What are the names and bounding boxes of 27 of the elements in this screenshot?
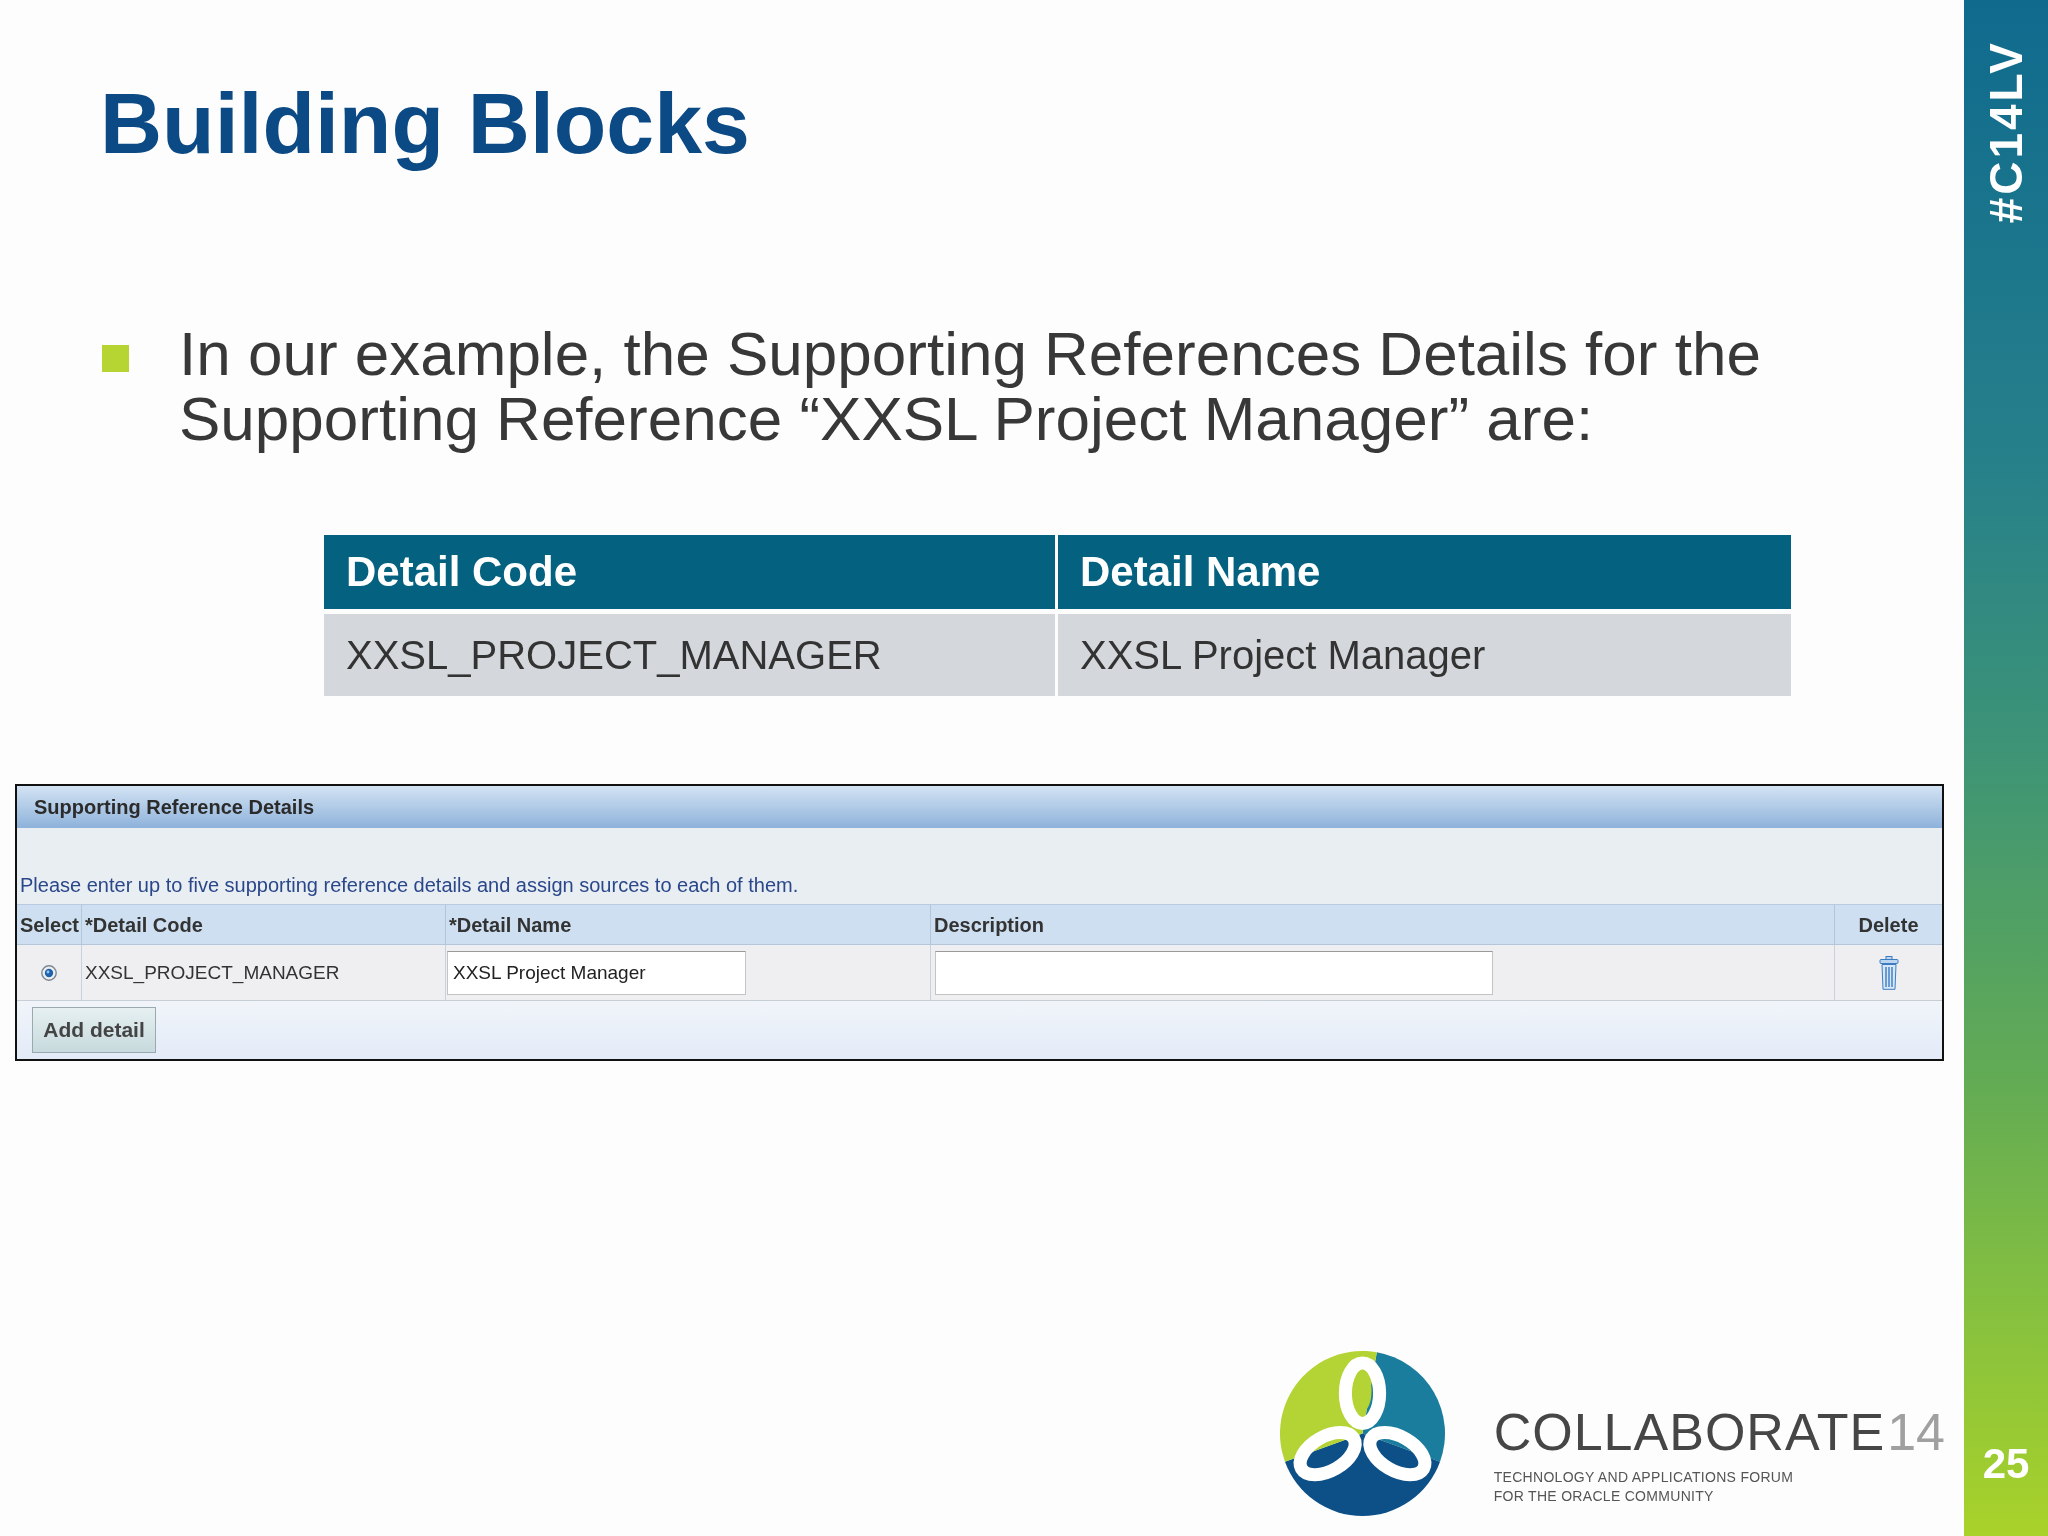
- logo-wordmark: COLLABORATE: [1493, 1406, 1886, 1458]
- logo-number: 14: [1887, 1406, 1945, 1458]
- instruction-text: Please enter up to five supporting reference details and assign sources to each of them.: [20, 873, 799, 897]
- logo-tagline: TECHNOLOGY AND APPLICATIONS FORUM: [1493, 1468, 1794, 1487]
- square-bullet-icon: [102, 345, 129, 372]
- bullet-text: In our example, the Supporting References Details for the Supporting Reference “XXSL Project Manager” are:: [179, 321, 1762, 451]
- column-header: Delete: [1835, 904, 1942, 945]
- table-header-cell: Detail Code: [324, 535, 1055, 609]
- table-cell: XXSL Project Manager: [1058, 614, 1791, 696]
- table-cell: XXSL_PROJECT_MANAGER: [85, 960, 340, 985]
- slide-title: Building Blocks: [100, 74, 750, 173]
- page-number: 25: [1982, 1440, 2030, 1488]
- logo-tagline: FOR THE ORACLE COMMUNITY: [1493, 1487, 1714, 1506]
- panel-title: Supporting Reference Details: [34, 795, 315, 819]
- logo-emblem-icon: [1279, 1351, 1445, 1516]
- radio-button[interactable]: [41, 964, 57, 981]
- column-header: Description: [931, 904, 1835, 945]
- detail-name-field[interactable]: XXSL Project Manager: [447, 950, 746, 995]
- hashtag-label: #C14LV: [1982, 40, 2030, 224]
- column-header: Select: [17, 904, 82, 945]
- trash-icon[interactable]: [1878, 955, 1899, 990]
- table-header-cell: Detail Name: [1058, 535, 1791, 609]
- add-detail-button[interactable]: Add detail: [32, 1007, 156, 1053]
- table-cell: XXSL_PROJECT_MANAGER: [324, 614, 1055, 696]
- column-header: *Detail Name: [446, 904, 931, 945]
- description-field[interactable]: [935, 950, 1493, 995]
- column-header: *Detail Code: [82, 904, 446, 945]
